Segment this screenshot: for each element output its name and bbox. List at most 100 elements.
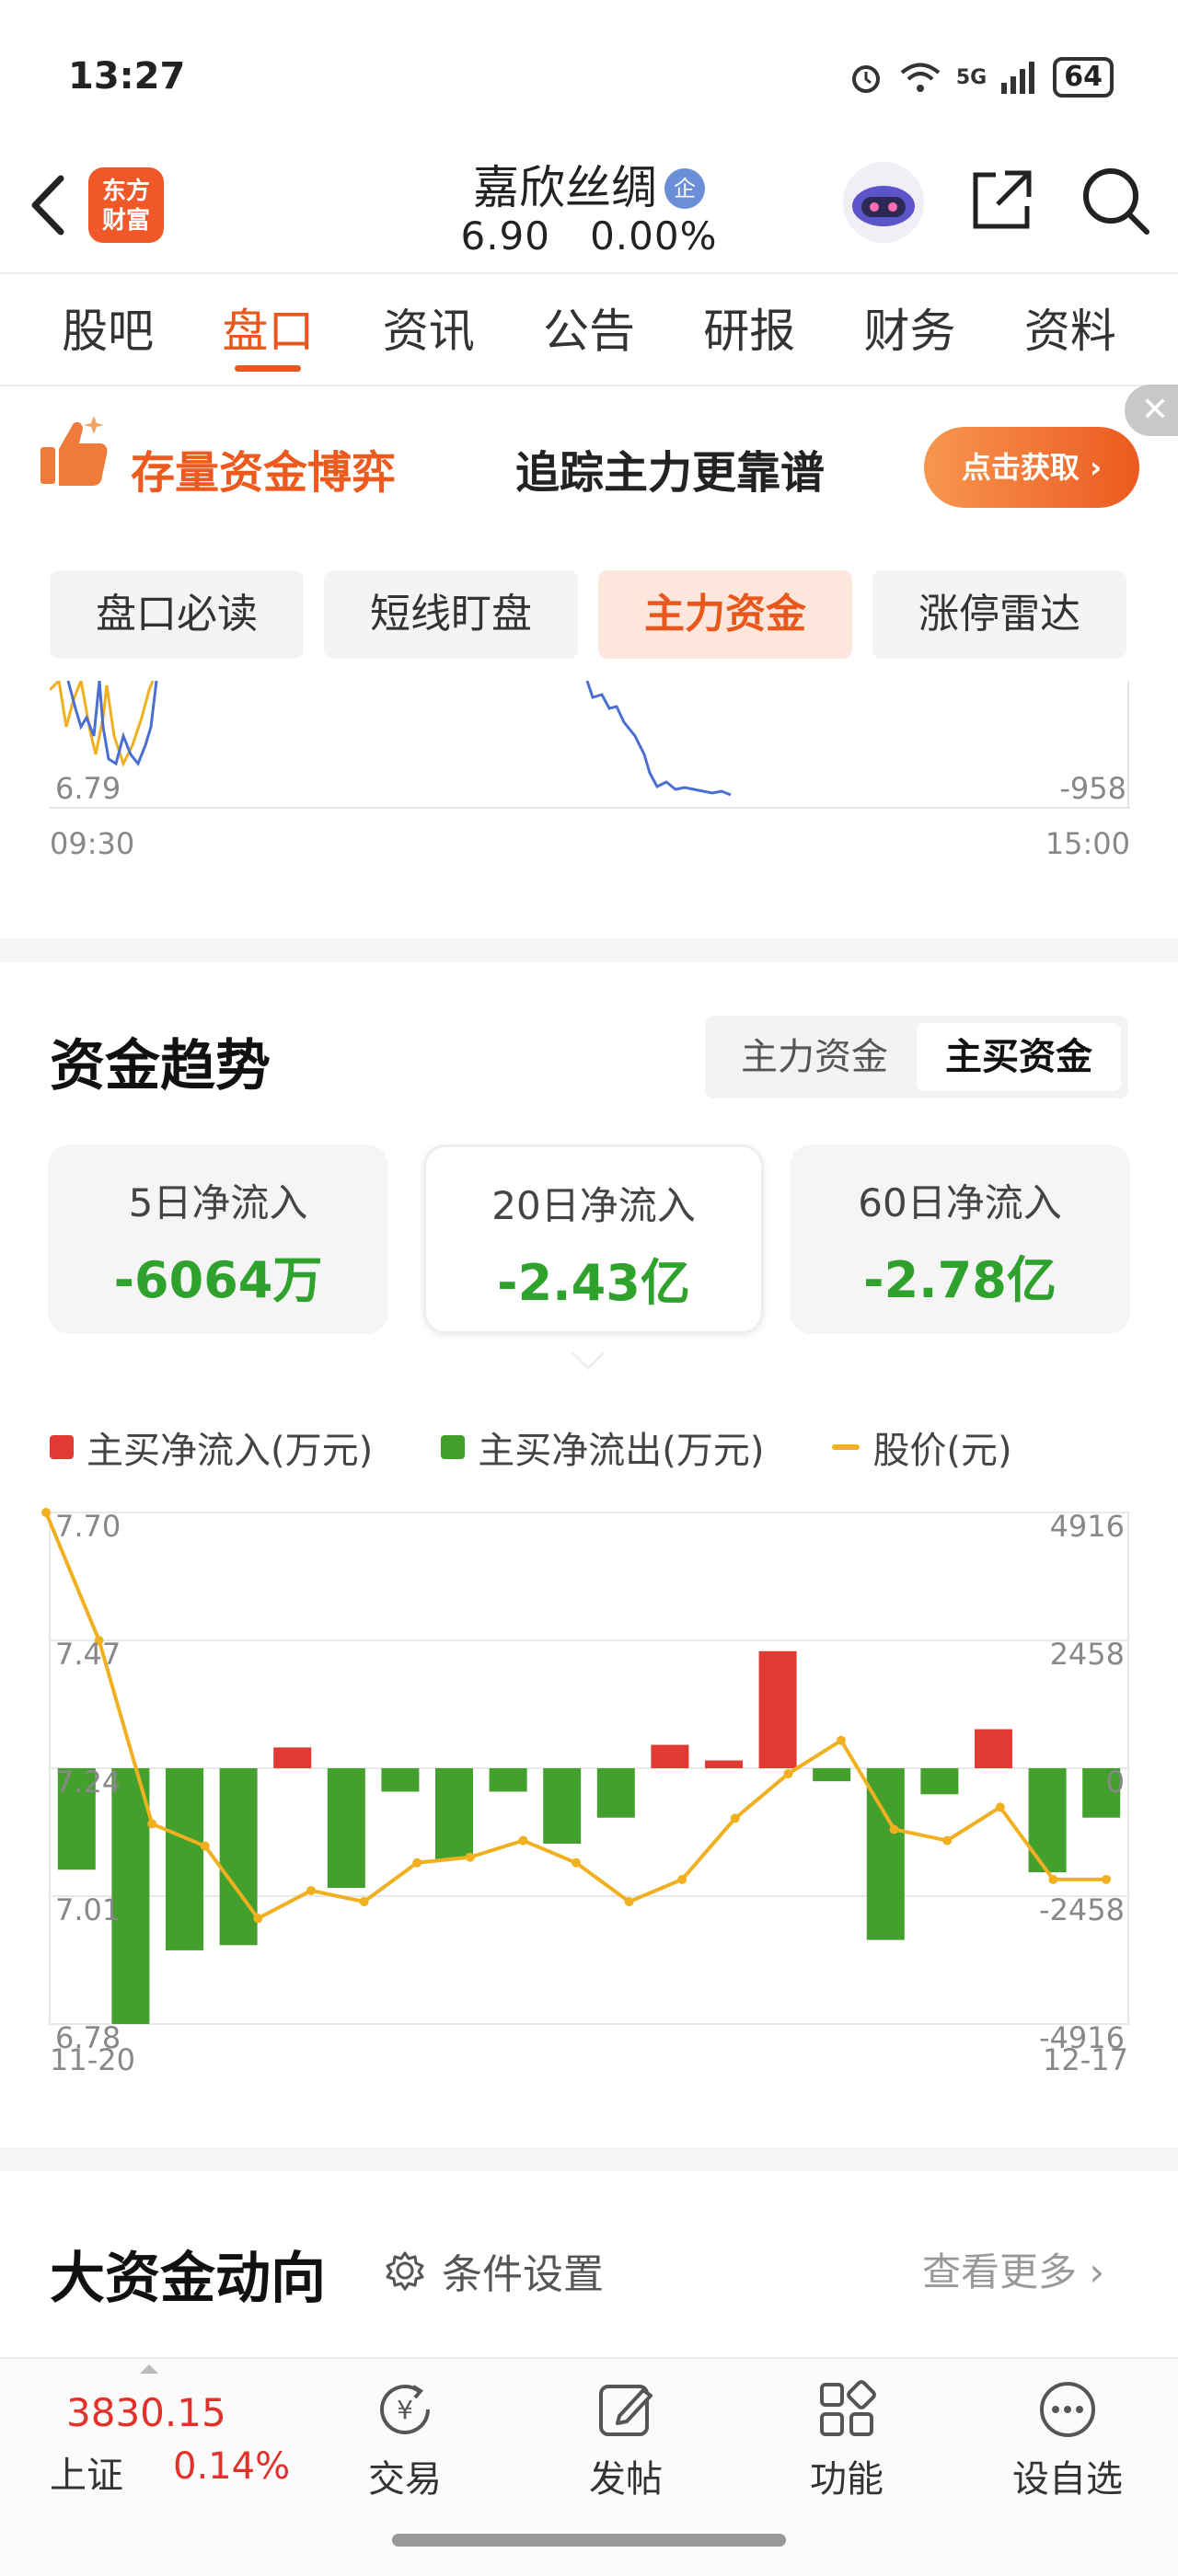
search-icon[interactable]: [1079, 164, 1152, 237]
stock-price: 6.90: [460, 213, 550, 259]
legend-outflow-label: 主买净流出(万元): [478, 1430, 765, 1472]
nav-post[interactable]: 发帖: [534, 2377, 718, 2502]
big-money-title: 大资金动向: [50, 2247, 326, 2311]
outflow-bar: [489, 1768, 527, 1792]
nav-watchlist[interactable]: 设自选: [976, 2377, 1160, 2502]
subtab-main-funds[interactable]: 主力资金: [598, 570, 852, 659]
view-more-link[interactable]: 查看更多 ›: [922, 2241, 1104, 2297]
promo-banner[interactable]: 存量资金博弈 追踪主力更靠谱 点击获取 ›: [0, 390, 1178, 537]
edit-post-icon: [599, 2385, 653, 2436]
legend-inflow: 主买净流入(万元): [50, 1420, 373, 1474]
tab-announcements[interactable]: 公告: [543, 276, 635, 385]
thumbs-up-icon: [40, 416, 108, 486]
status-bar: 13:27 5G 64: [0, 0, 1178, 138]
share-icon[interactable]: [968, 166, 1036, 234]
wifi-icon: [900, 63, 941, 92]
intraday-right-low: -958: [1059, 771, 1126, 806]
stock-change: 0.00%: [590, 213, 718, 259]
tab-research[interactable]: 研报: [703, 276, 795, 385]
right-tick-label: 0: [1106, 1765, 1125, 1800]
subtab-limit-up-radar[interactable]: 涨停雷达: [872, 570, 1126, 659]
legend-inflow-swatch: [50, 1435, 74, 1459]
more-dots-icon: [1040, 2382, 1095, 2437]
left-tick-label: 7.70: [55, 1509, 121, 1544]
trade-icon: ¥: [380, 2385, 430, 2434]
price-point: [677, 1874, 687, 1884]
signal-icon: [1001, 62, 1035, 94]
status-time: 13:27: [68, 55, 186, 98]
stock-header: 东方 财富 嘉欣丝绸企 6.90 0.00%: [0, 138, 1178, 274]
price-point: [518, 1835, 528, 1846]
left-tick-label: 7.47: [55, 1637, 121, 1672]
price-point: [253, 1914, 263, 1924]
promo-get-button[interactable]: 点击获取 ›: [924, 427, 1139, 508]
outflow-bar: [920, 1768, 959, 1795]
condition-settings-button[interactable]: 条件设置: [385, 2241, 604, 2300]
tab-news[interactable]: 资讯: [383, 276, 475, 385]
price-point: [995, 1802, 1005, 1812]
nav-functions-label: 功能: [810, 2458, 884, 2501]
intraday-left-low: 6.79: [55, 771, 121, 806]
intraday-fund-chart: 6.79 -958 09:30 15:00: [50, 681, 1130, 861]
toggle-active-buy-funds[interactable]: 主买资金: [917, 1023, 1121, 1091]
card-60day[interactable]: 60日净流入 -2.78亿: [790, 1144, 1130, 1334]
right-tick-label: -2458: [1039, 1892, 1125, 1927]
inflow-bar: [651, 1744, 689, 1768]
legend-inflow-label: 主买净流入(万元): [87, 1430, 374, 1472]
battery-indicator: 64: [1053, 57, 1114, 98]
tab-guba[interactable]: 股吧: [62, 276, 154, 385]
tab-finance[interactable]: 财务: [864, 276, 956, 385]
outflow-bar: [543, 1768, 582, 1844]
price-point: [942, 1835, 953, 1846]
network-type: 5G: [955, 65, 987, 89]
price-point: [306, 1885, 316, 1895]
outflow-bar: [381, 1768, 420, 1792]
intraday-chart-lines: [50, 681, 1130, 809]
index-ticker[interactable]: 3830.15 上证 0.14%: [0, 2359, 304, 2543]
price-point: [730, 1813, 740, 1823]
inflow-bar: [758, 1650, 797, 1768]
tab-profile[interactable]: 资料: [1024, 276, 1116, 385]
card-5day[interactable]: 5日净流入 -6064万: [48, 1144, 388, 1334]
status-icons: 5G 64: [848, 57, 1114, 98]
card-5day-label: 5日净流入: [128, 1180, 308, 1225]
index-change: 0.14%: [173, 2445, 291, 2488]
outflow-bar: [434, 1768, 474, 1859]
chart-axis-labels: 7.70 49167.47 24587.24 07.01 -24586.78 -49161…: [50, 1509, 1128, 2077]
card-20day-value: -2.43亿: [497, 1254, 690, 1312]
tab-pankou[interactable]: 盘口: [222, 276, 314, 385]
price-point: [200, 1841, 210, 1851]
legend-outflow-swatch: [441, 1435, 466, 1459]
caret-up-icon: [140, 2364, 158, 2374]
grid-apps-icon: [820, 2380, 876, 2436]
robot-assistant-icon[interactable]: [839, 158, 928, 247]
gear-icon: [386, 2251, 424, 2291]
index-name: 上证: [50, 2455, 123, 2497]
chart-legend: 主买净流入(万元) 主买净流出(万元) 股价(元): [50, 1420, 1068, 1474]
nav-post-label: 发帖: [589, 2458, 663, 2501]
subtab-must-read[interactable]: 盘口必读: [50, 570, 304, 659]
x-start-label: 11-20: [50, 2042, 135, 2077]
home-indicator: [392, 2534, 786, 2547]
card-20day[interactable]: 20日净流入 -2.43亿: [423, 1144, 764, 1334]
inflow-bar: [273, 1747, 312, 1768]
card-5day-value: -6064万: [113, 1251, 323, 1309]
toggle-main-funds[interactable]: 主力资金: [712, 1023, 917, 1091]
subtab-short-term[interactable]: 短线盯盘: [324, 570, 578, 659]
price-point: [359, 1897, 369, 1907]
svg-text:¥: ¥: [397, 2395, 413, 2425]
chart-bars: [57, 1650, 1121, 2024]
outflow-bar: [813, 1768, 851, 1782]
left-tick-label: 7.24: [55, 1765, 121, 1800]
price-point: [41, 1508, 51, 1517]
price-point: [1048, 1874, 1058, 1884]
alarm-icon: [851, 65, 880, 93]
promo-close-button[interactable]: ✕: [1125, 385, 1178, 436]
nav-trade[interactable]: ¥ 交易: [313, 2377, 497, 2502]
price-point: [465, 1852, 475, 1862]
nav-functions[interactable]: 功能: [755, 2377, 939, 2502]
legend-price-label: 股价(元): [872, 1430, 1012, 1472]
price-point: [412, 1857, 422, 1868]
inflow-bar: [704, 1760, 744, 1768]
inflow-bar: [974, 1729, 1013, 1768]
